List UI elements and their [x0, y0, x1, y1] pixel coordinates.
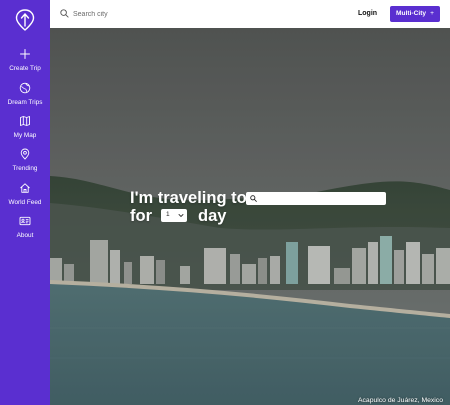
search-icon [60, 9, 69, 18]
sidebar-item-dream-trips[interactable]: Dream Trips [0, 82, 50, 107]
login-button[interactable]: Login [354, 7, 381, 21]
sidebar-item-label: World Feed [8, 199, 42, 206]
multi-city-button[interactable]: Multi-City + [390, 6, 440, 22]
logo-pin-icon[interactable] [15, 9, 35, 31]
sidebar-item-label: Dream Trips [7, 99, 43, 106]
photo-caption: Acapulco de Juárez, Mexico [357, 397, 443, 404]
headline-day: day [198, 207, 227, 225]
sidebar-item-label: My Map [13, 132, 37, 139]
headline-line1: I'm traveling to [130, 189, 247, 207]
plus-icon: + [430, 10, 434, 17]
sidebar-item-create-trip[interactable]: Create Trip [0, 48, 50, 73]
days-dropdown[interactable]: 1 [161, 209, 187, 222]
chevron-down-icon [178, 214, 184, 218]
city-bay-scene [50, 28, 450, 405]
location-pin-icon [20, 148, 30, 160]
map-icon [20, 116, 30, 126]
sidebar-item-label: Trending [12, 165, 38, 172]
sidebar-item-about[interactable]: About [0, 215, 50, 240]
id-card-icon [19, 216, 31, 226]
headline-for: for [130, 207, 152, 225]
days-value: 1 [166, 211, 170, 218]
sidebar-item-trending[interactable]: Trending [0, 148, 50, 173]
search-input[interactable] [73, 7, 253, 21]
sidebar-item-label: Create Trip [9, 65, 41, 72]
sidebar-item-world-feed[interactable]: World Feed [0, 182, 50, 207]
sidebar-item-my-map[interactable]: My Map [0, 115, 50, 140]
top-bar: Login Multi-City+ [50, 0, 450, 28]
home-icon [20, 183, 30, 193]
destination-input[interactable] [260, 192, 384, 205]
search-icon [250, 195, 257, 202]
sidebar-item-label: About [16, 232, 34, 239]
globe-icon [19, 82, 31, 94]
multi-city-label: Multi-City [396, 10, 427, 17]
hero-background-photo: I'm traveling to for 1 day Acapulco de J… [50, 28, 450, 405]
plus-icon [20, 49, 30, 59]
destination-input-box[interactable] [246, 192, 386, 205]
sidebar: Create Trip Dream Trips My Map Trending … [0, 0, 50, 405]
